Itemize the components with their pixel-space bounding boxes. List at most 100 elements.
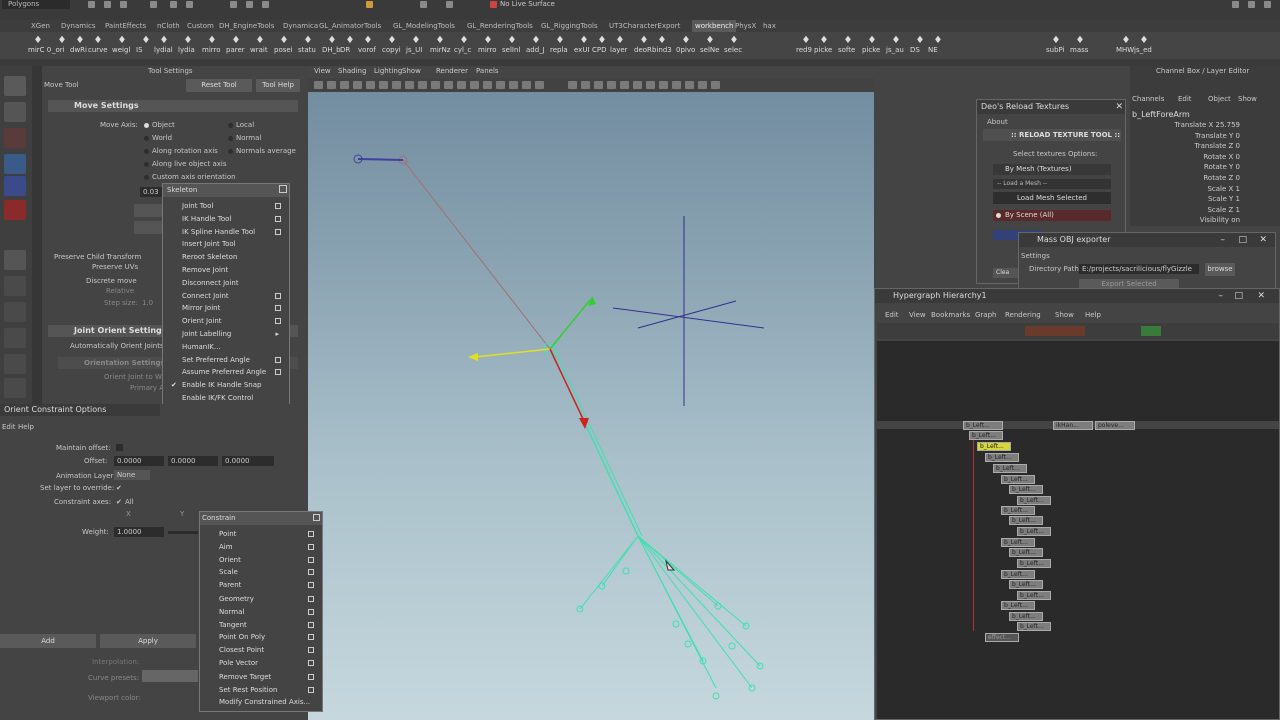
constrain-tearoff-icon[interactable] [313, 514, 320, 521]
hypergraph-node[interactable]: poleve... [1095, 421, 1135, 430]
option-box-icon[interactable] [308, 647, 314, 654]
hypergraph-canvas[interactable]: b_Left... ikHan... poleve... b_Left... b_Lef… [877, 341, 1279, 719]
shelf-button-icon[interactable]: ♦ [704, 35, 716, 46]
shelf-tab[interactable]: XGen [28, 20, 53, 32]
auto-orient-label[interactable]: Automatically Orient Joints [70, 342, 164, 350]
viewport-tool-icon[interactable] [405, 81, 414, 89]
viewport-tool-icon[interactable] [620, 81, 629, 89]
viewport-tool-icon[interactable] [633, 81, 642, 89]
hypergraph-node[interactable]: b_Left... [1001, 570, 1035, 579]
rotate-tool-icon[interactable] [4, 176, 26, 196]
viewport-tool-icon[interactable] [659, 81, 668, 89]
viewport-tool-icon[interactable] [522, 81, 531, 89]
maintain-offset-checkbox[interactable] [116, 444, 123, 451]
option-box-icon[interactable] [275, 215, 281, 222]
mass-obj-close-icon[interactable]: ✕ [1259, 233, 1267, 247]
load-mesh-dropdown[interactable]: -- Load a Mesh -- [993, 179, 1111, 189]
single-view-icon[interactable] [4, 276, 26, 296]
shelf-tab[interactable]: Custom [184, 20, 217, 32]
move-manip-y[interactable] [549, 299, 591, 350]
shelf-button-icon[interactable]: ♦ [56, 35, 68, 46]
hypershade-icon[interactable] [4, 378, 26, 398]
hypergraph-node[interactable]: ikHan... [1053, 421, 1093, 430]
viewport-menu-item[interactable]: Shading [338, 67, 366, 75]
tool-help-button[interactable]: Tool Help [256, 79, 300, 92]
move-axis-option[interactable]: Local [236, 121, 254, 129]
shelf-tab[interactable]: GL_RiggingTools [538, 20, 601, 32]
move-axis-option[interactable]: Normals average [236, 147, 296, 155]
skeleton-menu-item[interactable]: Connect Joint [163, 290, 289, 303]
snap-grid-icon[interactable] [230, 1, 237, 8]
hypergraph-node[interactable]: b_Left... [977, 442, 1011, 451]
hypergraph-node[interactable]: b_Left... [985, 453, 1019, 462]
move-axis-radio[interactable] [144, 149, 149, 154]
channel-attribute[interactable]: Scale Y 1 [1130, 195, 1240, 203]
viewport-tool-icon[interactable] [418, 81, 427, 89]
shelf-tab[interactable]: workbench [692, 20, 737, 32]
skeleton-menu-item[interactable]: Orient Joint [163, 315, 289, 328]
move-axis-option[interactable]: Along rotation axis [152, 147, 218, 155]
shelf-button-icon[interactable]: ♦ [140, 35, 152, 46]
shelf-button-icon[interactable]: ♦ [890, 35, 902, 46]
add-button[interactable]: Add [0, 634, 96, 648]
option-box-icon[interactable] [308, 634, 314, 641]
shelf-tab[interactable]: DH_EngineTools [216, 20, 277, 32]
option-box-icon[interactable] [308, 596, 314, 602]
viewport-tool-icon[interactable] [470, 81, 479, 89]
toggle-attribute-icon[interactable] [1232, 1, 1239, 8]
viewport-tool-icon[interactable] [327, 81, 336, 89]
skeleton-menu-item[interactable]: Mirror Joint [163, 302, 289, 315]
constrain-menu-item[interactable]: Remove Target [200, 671, 322, 684]
channel-attribute[interactable]: Visibility on [1130, 216, 1240, 224]
shelf-tab[interactable]: GL_ModelingTools [390, 20, 458, 32]
paint-select-icon[interactable] [4, 128, 26, 148]
hypergraph-graph-icon[interactable] [1141, 326, 1161, 336]
directory-path-field[interactable]: E:/projects/sacrilicious/flyGizzle [1079, 264, 1199, 274]
persp-graph-icon[interactable] [4, 354, 26, 374]
skeleton-menu-item[interactable]: IK Spline Handle Tool [163, 226, 289, 239]
viewport-tool-icon[interactable] [314, 81, 323, 89]
shelf-button-icon[interactable]: ♦ [410, 35, 422, 46]
move-axis-option[interactable]: Custom axis orientation [152, 173, 236, 181]
offset-y-field[interactable]: 0.0000 [168, 456, 218, 466]
hypergraph-menu-item[interactable]: Help [1085, 311, 1101, 319]
shelf-tab[interactable]: Dynamics [58, 20, 99, 32]
channel-box-menu-item[interactable]: Object [1208, 95, 1231, 103]
hypergraph-node[interactable]: b_Left... [1017, 591, 1051, 600]
shelf-button-icon[interactable]: ♦ [254, 35, 266, 46]
weight-slider[interactable] [168, 531, 198, 534]
perspective-viewport[interactable] [308, 66, 874, 720]
move-manip-x-arrow[interactable] [468, 353, 478, 361]
skeleton-menu-item[interactable]: Set Preferred Angle [163, 354, 289, 367]
hypergraph-node[interactable]: b_Left... [993, 464, 1027, 473]
shelf-button-icon[interactable]: ♦ [344, 35, 356, 46]
mode-menu-dropdown[interactable]: Polygons [2, 0, 70, 9]
viewport-menu-item[interactable]: Lighting [374, 67, 402, 75]
shelf-button-icon[interactable]: ♦ [614, 35, 626, 46]
viewport-tool-icon[interactable] [431, 81, 440, 89]
select-tool-icon[interactable] [4, 76, 26, 96]
shelf-button-icon[interactable]: ♦ [866, 35, 878, 46]
shelf-button-icon[interactable]: ♦ [182, 35, 194, 46]
skeleton-tearoff-icon[interactable] [279, 185, 287, 193]
hypergraph-menu-item[interactable]: Show [1055, 311, 1074, 319]
animation-layer-dropdown[interactable]: None [114, 470, 150, 480]
orient-help-menu[interactable]: Help [18, 423, 34, 431]
shelf-button-icon[interactable]: ♦ [506, 35, 518, 46]
hypergraph-node[interactable]: b_Left... [1017, 622, 1051, 631]
shelf-button-icon[interactable]: ♦ [842, 35, 854, 46]
constrain-menu-item[interactable]: Pole Vector [200, 657, 322, 670]
skeleton-menu-item[interactable]: Disconnect Joint [163, 277, 289, 290]
shelf-tab[interactable]: PhysX [732, 20, 759, 32]
channel-attribute[interactable]: Rotate Y 0 [1130, 163, 1240, 171]
four-view-icon[interactable] [4, 302, 26, 322]
shelf-tab[interactable]: nCloth [154, 20, 183, 32]
hypergraph-node[interactable]: b_Left... [1009, 548, 1043, 557]
constrain-menu-item[interactable]: Normal [200, 606, 322, 619]
constrain-menu-item[interactable]: Modify Constrained Axis... [200, 696, 322, 709]
viewport-menu-item[interactable]: View [314, 67, 331, 75]
shelf-button-icon[interactable]: ♦ [530, 35, 542, 46]
option-box-icon[interactable] [275, 318, 281, 325]
channel-box-menu-item[interactable]: Edit [1178, 95, 1192, 103]
option-box-icon[interactable] [308, 531, 314, 537]
